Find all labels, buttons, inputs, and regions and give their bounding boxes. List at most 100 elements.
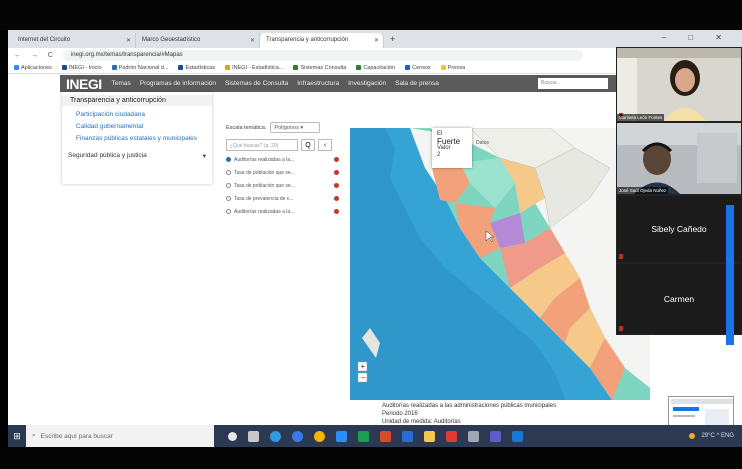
side-menu: Transparencia y anticorrupción Participa…: [62, 92, 212, 184]
layer-item[interactable]: Tasa de población que se...: [226, 168, 346, 177]
layer-search-row: ¿Qué buscas? (p. 20) Q ‹: [226, 139, 346, 151]
side-menu-section[interactable]: Seguridad pública y justicia ▾: [62, 148, 212, 164]
participant-tile[interactable]: Sibely Cañedo: [616, 195, 742, 263]
bookmark-item[interactable]: Aplicaciones: [14, 65, 52, 71]
outlook-icon[interactable]: [512, 430, 523, 442]
checkbox[interactable]: [226, 209, 231, 214]
mic-muted-indicator: [619, 326, 623, 331]
participant-tile[interactable]: Carmen: [616, 263, 742, 335]
bookmark-item[interactable]: INEGI - Inicio: [61, 65, 102, 71]
calculator-icon[interactable]: [468, 430, 479, 442]
layer-item[interactable]: Auditorías realizadas a la...: [226, 207, 346, 216]
chrome-icon[interactable]: [314, 430, 325, 442]
info-icon[interactable]: [334, 183, 339, 188]
windows-icon[interactable]: ⊞: [8, 425, 26, 447]
close-icon[interactable]: ✕: [374, 37, 379, 44]
participant-tile[interactable]: Marisela León Fontes: [616, 47, 742, 122]
word-icon[interactable]: [402, 430, 413, 442]
layer-search-input[interactable]: ¿Qué buscas? (p. 20): [226, 139, 298, 151]
layer-label: Tasa de población que se...: [234, 182, 295, 189]
new-tab-button[interactable]: +: [390, 33, 395, 48]
close-icon[interactable]: ✕: [250, 37, 255, 44]
checkbox[interactable]: [226, 170, 231, 175]
popup-value: 2: [437, 152, 441, 158]
inegi-menu-investigacion[interactable]: Investigación: [348, 80, 386, 87]
acrobat-icon[interactable]: [446, 430, 457, 442]
bookmark-icon: [356, 64, 362, 70]
zoom-icon[interactable]: [336, 430, 347, 442]
side-menu-header[interactable]: Transparencia y anticorrupción: [62, 95, 212, 106]
inegi-menu-sistemas[interactable]: Sistemas de Consulta: [225, 80, 288, 87]
info-icon[interactable]: [334, 209, 339, 214]
layer-item[interactable]: Tasa de población que se...: [226, 181, 346, 190]
bookmark-icon: [440, 64, 446, 70]
popup-line: Valor: [437, 145, 451, 151]
browser-tab-active[interactable]: Transparencia y anticorrupción ✕: [260, 33, 384, 48]
task-view-icon[interactable]: [248, 430, 259, 442]
bookmark-label: Capacitación: [363, 64, 396, 71]
bookmark-item[interactable]: Sistemas Consulta: [293, 65, 346, 71]
ie-icon[interactable]: [292, 430, 303, 442]
side-panel-tab[interactable]: [726, 205, 734, 345]
inegi-menu-temas[interactable]: Temas: [112, 80, 131, 87]
system-tray[interactable]: 29°C ^ ENG: [689, 433, 734, 439]
info-icon[interactable]: [334, 196, 339, 201]
close-icon[interactable]: ✕: [126, 37, 131, 44]
collapse-button[interactable]: ‹: [318, 139, 332, 151]
bookmark-label: Estadísticas: [185, 64, 216, 71]
inegi-logo[interactable]: INEGI: [66, 76, 102, 92]
checkbox[interactable]: [226, 196, 231, 201]
search-button[interactable]: Q: [301, 139, 315, 151]
side-menu-item[interactable]: Finanzas públicas estatales y municipale…: [62, 133, 212, 145]
scale-select[interactable]: Polígonos ▾: [270, 122, 321, 133]
map-caption: Auditorías realizadas a las administraci…: [382, 402, 632, 426]
map-viewer[interactable]: + –: [350, 128, 650, 400]
nav-buttons[interactable]: ← → C: [14, 52, 57, 59]
windows-taskbar: ⊞ ⌕ Escribe aquí para buscar 29°C ^ ENG: [8, 425, 742, 447]
bookmark-item[interactable]: Estadísticas: [178, 65, 215, 71]
folder-icon[interactable]: [424, 430, 435, 442]
participant-name: Sibely Cañedo: [651, 224, 707, 234]
layer-item[interactable]: Tasa de prevalencia de c...: [226, 194, 346, 203]
tab-title: Transparencia y anticorrupción: [266, 37, 349, 43]
bookmark-item[interactable]: Padrón Nacional d...: [111, 65, 168, 71]
bookmark-label: Sistemas Consulta: [300, 64, 347, 71]
url-input[interactable]: inegi.org.mx/temas/transparencia/#Mapas: [62, 49, 583, 61]
inegi-menu-programas[interactable]: Programas de información: [140, 80, 216, 87]
participant-name: Carmen: [663, 294, 695, 304]
layer-label: Tasa de prevalencia de c...: [234, 195, 294, 202]
browser-tab[interactable]: Internet del Circuito ✕: [12, 33, 136, 48]
side-menu-item[interactable]: Participación ciudadana: [62, 109, 212, 121]
bookmark-item[interactable]: INEGI - Estadística...: [225, 65, 283, 71]
excel-icon[interactable]: [358, 430, 369, 442]
inegi-search-input[interactable]: Buscar...: [538, 78, 608, 89]
search-icon: ⌕: [32, 432, 36, 439]
cortana-icon[interactable]: [228, 431, 237, 441]
bookmark-item[interactable]: Capacitación: [356, 65, 395, 71]
bookmark-label: Prensa: [447, 64, 466, 71]
powerpoint-icon[interactable]: [380, 430, 391, 442]
inegi-menu-infraestructura[interactable]: Infraestructura: [297, 80, 339, 87]
info-icon[interactable]: [334, 157, 339, 162]
popup-title: Fuerte: [437, 137, 461, 146]
side-menu-item[interactable]: Calidad gubernamental: [62, 121, 212, 133]
browser-tab[interactable]: Marco Geoestadístico ✕: [136, 33, 260, 48]
bookmark-icon: [405, 64, 411, 70]
bookmark-item[interactable]: Censos: [405, 65, 431, 71]
participant-tile[interactable]: José Saúl Ojeda Nuñez: [616, 122, 742, 195]
popup-side-label: Datos: [476, 140, 490, 146]
teams-icon[interactable]: [490, 430, 501, 442]
checkbox[interactable]: [226, 183, 231, 188]
scale-row: Escala temática: Polígonos ▾: [226, 122, 346, 133]
layer-item[interactable]: Auditorías realizadas a la...: [226, 155, 346, 164]
bookmark-item[interactable]: Prensa: [440, 64, 466, 71]
radio-checked[interactable]: [226, 157, 231, 162]
window-controls[interactable]: – □ ✕: [662, 33, 732, 42]
taskbar-search[interactable]: ⌕ Escribe aquí para buscar: [26, 425, 214, 447]
info-icon[interactable]: [334, 170, 339, 175]
map-canvas[interactable]: + –: [350, 128, 650, 400]
map-popup: El Fuerte Valor 2: [432, 128, 472, 168]
bookmark-icon: [225, 64, 231, 70]
edge-icon[interactable]: [270, 430, 281, 442]
inegi-menu-prensa[interactable]: Sala de prensa: [395, 80, 439, 87]
